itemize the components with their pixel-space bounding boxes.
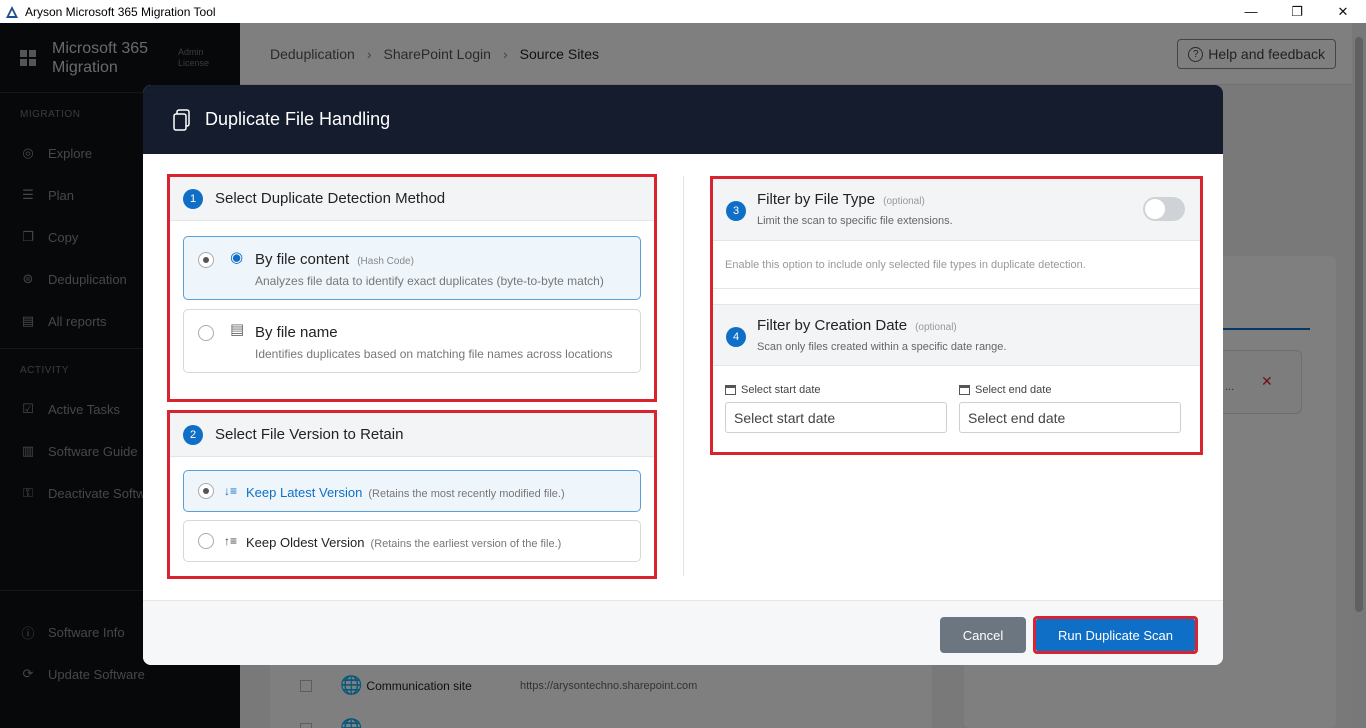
- radio-by-file-name[interactable]: [198, 325, 214, 341]
- option-title: Keep Latest Version: [246, 485, 363, 500]
- start-date-label: Select start date: [725, 384, 947, 396]
- minimize-button[interactable]: —: [1228, 0, 1274, 23]
- date-range-inputs: Select start date Select start date Sele…: [713, 366, 1200, 454]
- calendar-icon: [725, 385, 736, 395]
- window-titlebar: Aryson Microsoft 365 Migration Tool — ❐ …: [0, 0, 1366, 23]
- end-date-input[interactable]: Select end date: [959, 402, 1181, 433]
- column-divider: [683, 176, 684, 576]
- run-duplicate-scan-label: Run Duplicate Scan: [1036, 619, 1195, 651]
- radio-by-file-content[interactable]: [198, 252, 214, 268]
- document-copy-icon: [173, 108, 190, 131]
- dialog-footer: Cancel Run Duplicate Scan: [143, 600, 1223, 665]
- option-label: Keep Latest Version (Retains the most rec…: [246, 485, 565, 500]
- option-tag: (Hash Code): [357, 256, 414, 267]
- version-retain-panel: 2 Select File Version to Retain ↓≡ Keep …: [167, 410, 657, 579]
- end-date-label-text: Select end date: [975, 384, 1052, 396]
- optional-tag: (optional): [883, 196, 925, 207]
- option-title: Keep Oldest Version: [246, 535, 365, 550]
- option-keep-latest[interactable]: ↓≡ Keep Latest Version (Retains the most …: [183, 470, 641, 512]
- duplicate-file-handling-dialog: Duplicate File Handling 1 Select Duplica…: [143, 85, 1223, 665]
- creation-date-header: 4 Filter by Creation Date (optional) Scan…: [713, 304, 1200, 366]
- sort-descending-icon: ↓≡: [224, 484, 238, 498]
- creation-date-title-text: Filter by Creation Date: [757, 317, 908, 334]
- restore-button[interactable]: ❐: [1274, 0, 1320, 23]
- file-type-note: Enable this option to include only selec…: [713, 241, 1200, 289]
- file-type-toggle[interactable]: [1143, 197, 1185, 221]
- end-date-group: Select end date Select end date: [959, 384, 1181, 433]
- run-duplicate-scan-button[interactable]: Run Duplicate Scan: [1033, 616, 1198, 654]
- option-title: By file name: [255, 324, 338, 341]
- step-badge: 2: [183, 424, 203, 445]
- fingerprint-icon: ◉: [230, 249, 244, 266]
- detection-method-header: 1 Select Duplicate Detection Method: [170, 177, 654, 221]
- radio-keep-latest[interactable]: [198, 483, 214, 499]
- option-title-text: By file content: [255, 251, 350, 268]
- start-date-label-text: Select start date: [741, 384, 821, 396]
- file-type-title-text: Filter by File Type: [757, 191, 876, 208]
- cancel-button[interactable]: Cancel: [940, 617, 1026, 653]
- calendar-icon: [959, 385, 970, 395]
- option-by-file-name[interactable]: ▤ By file name Identifies duplicates bas…: [183, 309, 641, 373]
- step-badge: 3: [726, 201, 746, 221]
- option-keep-oldest[interactable]: ↑≡ Keep Oldest Version (Retains the earli…: [183, 520, 641, 562]
- option-description: (Retains the earliest version of the fil…: [370, 538, 562, 550]
- filters-panel: 3 Filter by File Type (optional) Limit th…: [710, 176, 1203, 455]
- file-type-subtitle: Limit the scan to specific file extensio…: [757, 215, 953, 227]
- dialog-body: 1 Select Duplicate Detection Method ◉ By…: [143, 154, 1223, 600]
- option-description: Analyzes file data to identify exact dup…: [255, 274, 604, 288]
- start-date-group: Select start date Select start date: [725, 384, 947, 433]
- document-icon: ▤: [230, 321, 245, 338]
- start-date-input[interactable]: Select start date: [725, 402, 947, 433]
- window-title: Aryson Microsoft 365 Migration Tool: [25, 4, 216, 19]
- option-description: (Retains the most recently modified file…: [368, 488, 565, 500]
- step-badge: 1: [183, 188, 203, 209]
- optional-tag: (optional): [915, 322, 957, 333]
- dialog-title: Duplicate File Handling: [205, 109, 391, 129]
- close-window-button[interactable]: ✕: [1320, 0, 1366, 23]
- option-label: Keep Oldest Version (Retains the earliest…: [246, 535, 561, 550]
- app-logo-icon: [6, 5, 18, 18]
- option-title: By file content (Hash Code): [255, 251, 414, 268]
- version-retain-header: 2 Select File Version to Retain: [170, 413, 654, 457]
- file-type-title: Filter by File Type (optional): [757, 191, 925, 208]
- file-type-header: 3 Filter by File Type (optional) Limit th…: [713, 179, 1200, 241]
- version-retain-title: Select File Version to Retain: [215, 426, 404, 443]
- detection-method-panel: 1 Select Duplicate Detection Method ◉ By…: [167, 174, 657, 402]
- creation-date-subtitle: Scan only files created within a specifi…: [757, 341, 1007, 353]
- detection-method-title: Select Duplicate Detection Method: [215, 190, 446, 207]
- step-badge: 4: [726, 327, 746, 347]
- end-date-label: Select end date: [959, 384, 1181, 396]
- option-by-file-content[interactable]: ◉ By file content (Hash Code) Analyzes fi…: [183, 236, 641, 300]
- sort-ascending-icon: ↑≡: [224, 534, 238, 548]
- dialog-header: Duplicate File Handling: [143, 85, 1223, 154]
- creation-date-title: Filter by Creation Date (optional): [757, 317, 957, 334]
- radio-keep-oldest[interactable]: [198, 533, 214, 549]
- option-description: Identifies duplicates based on matching …: [255, 347, 613, 361]
